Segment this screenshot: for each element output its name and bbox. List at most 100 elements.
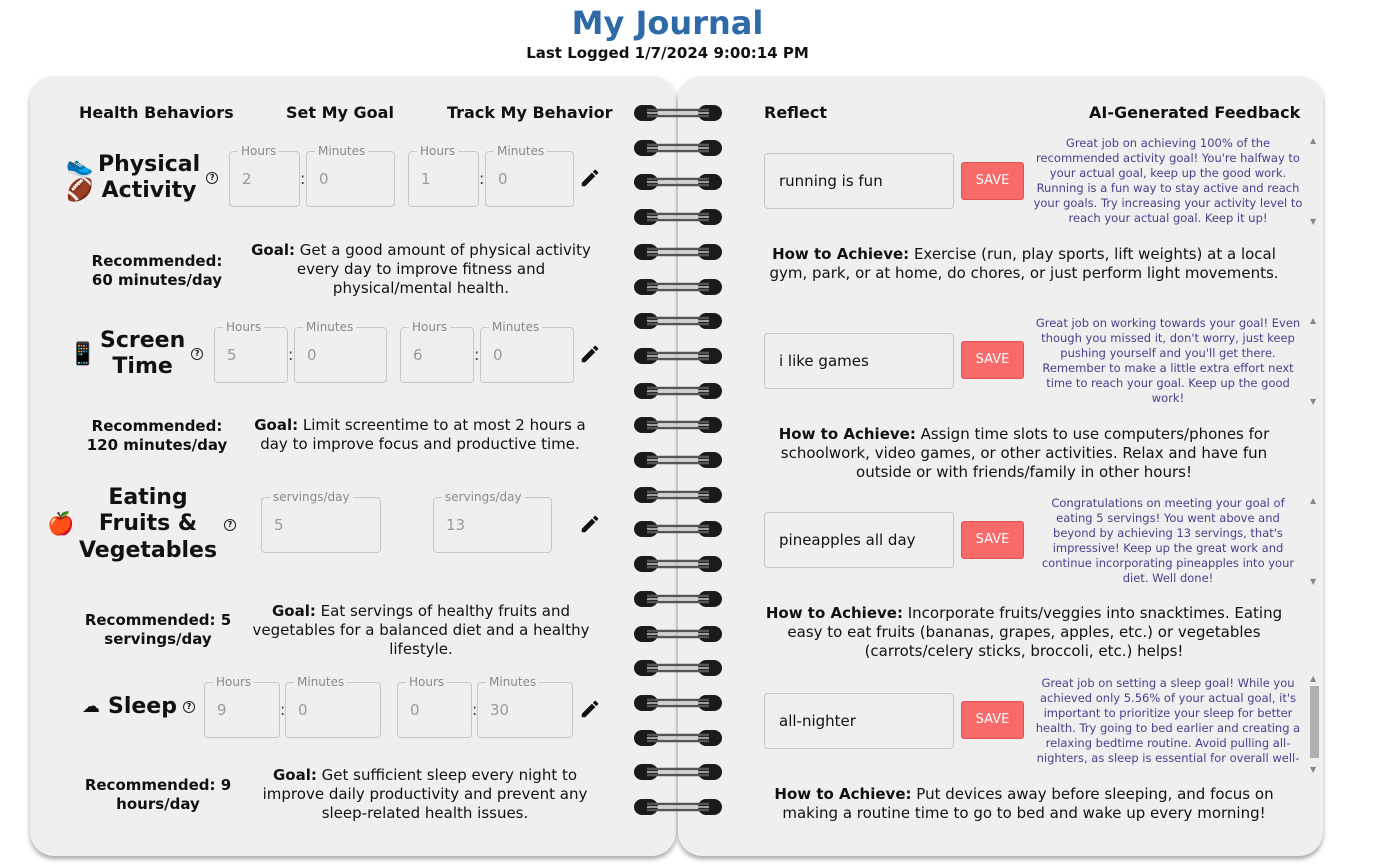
football-icon: 🏈	[66, 178, 94, 204]
header-health-behaviors: Health Behaviors	[79, 103, 234, 122]
reflection-input[interactable]: pineapples all day	[764, 512, 954, 568]
binding-ring	[634, 382, 722, 399]
goal-hours-input[interactable]: Hours 5	[214, 320, 288, 383]
behavior-sleep: ☁ Sleep ?	[74, 694, 195, 720]
help-icon[interactable]: ?	[182, 701, 195, 714]
feedback-scrollbar[interactable]: ▲ ▼	[1308, 674, 1320, 774]
field-value: 1	[421, 170, 431, 188]
edit-pencil-icon[interactable]	[579, 343, 601, 365]
how-to-achieve: How to Achieve: Exercise (run, play spor…	[764, 245, 1284, 283]
track-minutes-input[interactable]: Minutes 0	[480, 320, 574, 383]
save-button[interactable]: SAVE	[961, 341, 1024, 379]
reflection-input[interactable]: running is fun	[764, 153, 954, 209]
track-hours-input[interactable]: Hours 6	[400, 320, 474, 383]
running-shoe-icon: 👟 🏈	[66, 153, 94, 204]
recommended-value: hours/day	[116, 795, 200, 813]
colon: :	[288, 345, 294, 364]
goal-prefix: Goal:	[271, 602, 316, 620]
left-page: Health Behaviors Set My Goal Track My Be…	[30, 76, 676, 856]
edit-pencil-icon[interactable]	[579, 167, 601, 189]
behavior-name-line1: Eating	[108, 485, 188, 510]
field-value: 0	[307, 346, 317, 364]
field-label: Hours	[409, 320, 451, 334]
scroll-down-icon[interactable]: ▼	[1310, 397, 1316, 406]
field-value: 5	[227, 346, 237, 364]
scroll-down-icon[interactable]: ▼	[1310, 577, 1316, 586]
edit-pencil-icon[interactable]	[579, 698, 601, 720]
feedback-scrollbar[interactable]: ▲ ▼	[1308, 316, 1320, 406]
save-button[interactable]: SAVE	[961, 701, 1024, 739]
goal-servings-input[interactable]: servings/day 5	[261, 490, 381, 553]
save-button[interactable]: SAVE	[961, 521, 1024, 559]
scroll-up-icon[interactable]: ▲	[1310, 136, 1316, 145]
track-hours-input[interactable]: Hours 0	[397, 675, 472, 738]
field-value: 9	[217, 701, 227, 719]
behavior-name-line1: Sleep	[108, 694, 177, 719]
field-label: Minutes	[315, 144, 369, 158]
field-value: 2	[242, 170, 252, 188]
reflection-input[interactable]: all-nighter	[764, 693, 954, 749]
goal-prefix: Goal:	[251, 241, 296, 259]
track-servings-input[interactable]: servings/day 13	[433, 490, 552, 553]
save-button[interactable]: SAVE	[961, 162, 1024, 200]
pillow-icon: ☁	[82, 695, 100, 717]
help-icon[interactable]: ?	[224, 518, 236, 531]
binding-ring	[634, 521, 722, 538]
track-minutes-input[interactable]: Minutes 30	[477, 675, 573, 738]
how-to-achieve: How to Achieve: Put devices away before …	[764, 785, 1284, 823]
field-value: 30	[490, 701, 510, 719]
edit-pencil-icon[interactable]	[579, 513, 601, 535]
binding-ring	[634, 729, 722, 746]
field-label: Minutes	[489, 320, 543, 334]
recommended-label: Recommended:	[91, 252, 223, 270]
field-label: Hours	[223, 320, 265, 334]
behavior-name-line1: Screen	[100, 328, 186, 353]
behavior-name-line3: Vegetables	[78, 537, 218, 563]
feedback-scrollbar[interactable]: ▲ ▼	[1308, 496, 1320, 586]
how-to-achieve: How to Achieve: Incorporate fruits/veggi…	[764, 604, 1284, 661]
field-label: Hours	[406, 675, 448, 689]
help-icon[interactable]: ?	[206, 172, 219, 185]
feedback-scrollbar[interactable]: ▲ ▼	[1308, 136, 1320, 226]
help-icon[interactable]: ?	[191, 348, 204, 361]
goal-hours-input[interactable]: Hours 2	[229, 144, 300, 207]
binding-ring	[634, 694, 722, 711]
behavior-name: Screen Time	[100, 328, 185, 381]
scroll-up-icon[interactable]: ▲	[1310, 496, 1316, 505]
binding-ring	[634, 417, 722, 434]
header-reflect: Reflect	[764, 103, 828, 122]
recommended-text: Recommended: 60 minutes/day	[82, 252, 232, 290]
goal-minutes-input[interactable]: Minutes 0	[306, 144, 395, 207]
scroll-up-icon[interactable]: ▲	[1310, 316, 1316, 325]
header-ai-feedback: AI-Generated Feedback	[1089, 103, 1301, 122]
binding-ring	[634, 764, 722, 781]
track-minutes-input[interactable]: Minutes 0	[485, 144, 574, 207]
field-label: Hours	[238, 144, 280, 158]
scroll-thumb[interactable]	[1310, 686, 1319, 758]
binding-ring	[634, 313, 722, 330]
reflection-input[interactable]: i like games	[764, 333, 954, 389]
goal-description: Goal: Get sufficient sleep every night t…	[240, 766, 610, 823]
goal-minutes-input[interactable]: Minutes 0	[285, 675, 381, 738]
goal-minutes-input[interactable]: Minutes 0	[294, 320, 387, 383]
behavior-name: Sleep	[108, 694, 177, 720]
scroll-up-icon[interactable]: ▲	[1310, 674, 1316, 683]
binding-ring	[634, 174, 722, 191]
binding-ring	[634, 278, 722, 295]
track-hours-input[interactable]: Hours 1	[408, 144, 479, 207]
recommended-text: Recommended: 9 hours/day	[78, 776, 238, 814]
reflection-text: i like games	[779, 352, 869, 370]
binding-ring	[634, 590, 722, 607]
field-label: Minutes	[294, 675, 348, 689]
ai-feedback-text: Great job on setting a sleep goal! While…	[1035, 676, 1301, 765]
goal-hours-input[interactable]: Hours 9	[204, 675, 280, 738]
binding-ring	[634, 139, 722, 156]
how-to-achieve: How to Achieve: Assign time slots to use…	[764, 425, 1284, 482]
reflection-text: pineapples all day	[779, 531, 916, 549]
scroll-down-icon[interactable]: ▼	[1310, 765, 1316, 774]
ai-feedback-text: Great job on achieving 100% of the recom…	[1033, 136, 1303, 225]
behavior-name: Eating Fruits & Vegetables	[78, 485, 218, 564]
recommended-text: Recommended: 120 minutes/day	[82, 417, 232, 455]
scroll-down-icon[interactable]: ▼	[1310, 217, 1316, 226]
recommended-label: Recommended:	[91, 417, 223, 435]
